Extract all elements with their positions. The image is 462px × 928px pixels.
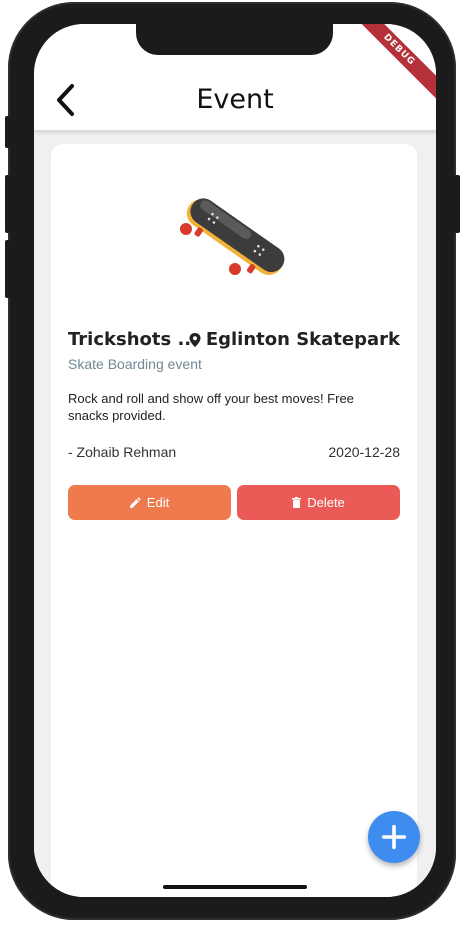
event-location: Eglinton Skatepark bbox=[189, 329, 400, 350]
skateboard-icon bbox=[180, 198, 285, 275]
device-volume-down bbox=[5, 240, 10, 298]
event-author: - Zohaib Rehman bbox=[68, 444, 177, 460]
plus-icon bbox=[382, 825, 406, 849]
pencil-icon bbox=[129, 497, 141, 508]
event-location-label: Eglinton Skatepark bbox=[205, 329, 400, 350]
content-area: Trickshots ... Eglinton Skatepark Skate … bbox=[34, 131, 436, 897]
home-indicator[interactable] bbox=[163, 885, 307, 889]
edit-button-label: Edit bbox=[146, 495, 170, 510]
device-power-button bbox=[454, 175, 460, 233]
edit-button[interactable]: Edit bbox=[68, 485, 231, 520]
event-name: Trickshots ... bbox=[68, 329, 198, 350]
event-date: 2020-12-28 bbox=[328, 444, 400, 460]
device-notch bbox=[136, 24, 333, 55]
event-category: Skate Boarding event bbox=[68, 356, 202, 372]
delete-button-label: Delete bbox=[307, 495, 345, 510]
device-volume-up bbox=[5, 175, 10, 233]
location-pin-icon bbox=[189, 332, 201, 347]
delete-button[interactable]: Delete bbox=[237, 485, 400, 520]
event-description: Rock and roll and show off your best mov… bbox=[68, 391, 354, 423]
device-mute-switch bbox=[5, 116, 10, 148]
event-card: Trickshots ... Eglinton Skatepark Skate … bbox=[51, 144, 417, 897]
page-title: Event bbox=[196, 84, 274, 115]
add-event-fab[interactable] bbox=[368, 811, 420, 863]
trash-icon bbox=[292, 497, 302, 508]
app-screen: DEBUG Event Trickshots ... Eglinton Skat… bbox=[34, 24, 436, 897]
